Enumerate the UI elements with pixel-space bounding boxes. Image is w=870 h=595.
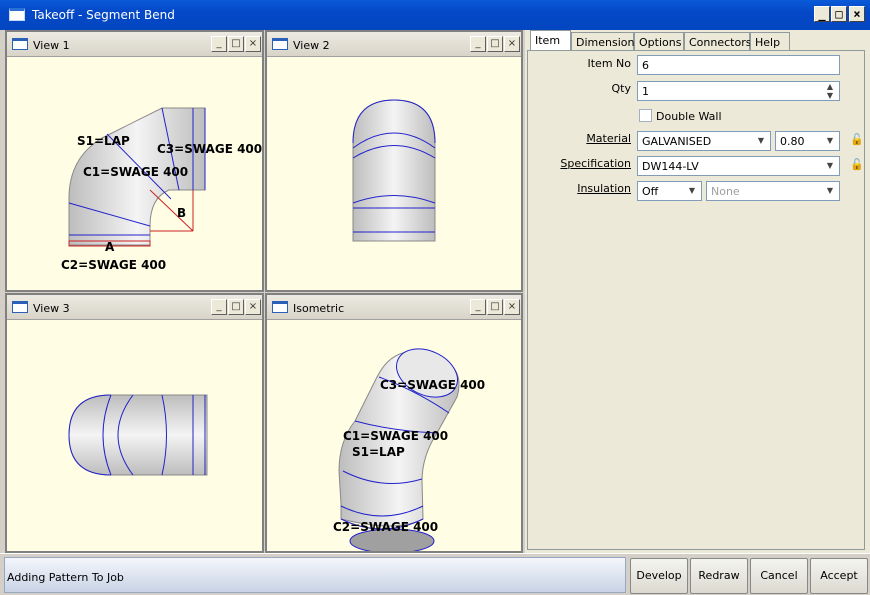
isometric-maximize-button[interactable]: □ (487, 299, 503, 315)
maximize-button[interactable]: □ (831, 6, 847, 22)
view-3-title: View 3 (33, 302, 70, 315)
view-1-header: View 1 _ □ × (7, 32, 262, 57)
view-window-icon (272, 301, 288, 313)
view-2-pane[interactable]: View 2 _ □ × (265, 30, 523, 292)
spin-up-down-icon[interactable]: ▲ ▼ (823, 82, 837, 100)
tab-item[interactable]: Item (530, 30, 571, 52)
minimize-button[interactable]: _ (814, 6, 830, 22)
develop-button[interactable]: Develop (630, 558, 688, 594)
view-2-canvas (352, 99, 436, 242)
view-window-icon (272, 38, 288, 50)
qty-label: Qty (611, 82, 631, 95)
qty-value: 1 (642, 85, 649, 98)
redraw-button[interactable]: Redraw (690, 558, 748, 594)
view-3-minimize-button[interactable]: _ (211, 299, 227, 315)
view-1-label-a: A (105, 240, 115, 254)
material-select[interactable]: GALVANISED ▼ (637, 131, 771, 151)
view-1-label-c1: C1=SWAGE 400 (83, 165, 188, 179)
view-3-close-button[interactable]: × (245, 299, 261, 315)
isometric-label-s1: S1=LAP (352, 445, 405, 459)
window-title: Takeoff - Segment Bend (32, 8, 175, 22)
specification-label[interactable]: Specification (548, 157, 631, 170)
isometric-label-c3: C3=SWAGE 400 (380, 378, 485, 392)
unlocked-padlock-icon[interactable]: 🔓 (850, 158, 864, 171)
accept-button[interactable]: Accept (810, 558, 868, 594)
item-no-label: Item No (587, 57, 632, 70)
tab-dimensions[interactable]: Dimensions (571, 32, 640, 51)
chevron-down-icon: ▼ (826, 136, 834, 145)
isometric-label-c1: C1=SWAGE 400 (343, 429, 448, 443)
view-3-canvas (68, 394, 208, 476)
view-1-canvas: S1=LAP C3=SWAGE 400 C1=SWAGE 400 B A C2=… (61, 107, 262, 272)
gauge-select[interactable]: 0.80 ▼ (775, 131, 840, 151)
app-window-icon (9, 8, 25, 21)
view-1-label-c3: C3=SWAGE 400 (157, 142, 262, 156)
insulation-label[interactable]: Insulation (548, 182, 631, 195)
unlocked-padlock-icon[interactable]: 🔓 (850, 133, 864, 146)
item-tab-page: Item No 6 Qty 1 ▲ ▼ Double Wall Material … (527, 50, 865, 550)
view-1-title: View 1 (33, 39, 70, 52)
qty-stepper[interactable]: 1 ▲ ▼ (637, 81, 840, 101)
properties-panel: Item Dimensions Options Connectors Help … (525, 30, 870, 553)
insulation-value: Off (642, 185, 659, 198)
view-2-header: View 2 _ □ × (267, 32, 521, 57)
view-window-icon (12, 301, 28, 313)
isometric-header: Isometric _ □ × (267, 295, 521, 320)
view-2-minimize-button[interactable]: _ (470, 36, 486, 52)
chevron-down-icon: ▼ (826, 161, 834, 170)
close-button[interactable]: × (849, 6, 865, 22)
view-1-pane[interactable]: View 1 _ □ × S1=LAP C3=SWAGE 400 C1=SWAG… (5, 30, 264, 292)
cancel-button[interactable]: Cancel (750, 558, 808, 594)
view-2-title: View 2 (293, 39, 330, 52)
status-text: Adding Pattern To Job (7, 571, 124, 584)
double-wall-checkbox[interactable] (639, 109, 652, 122)
chevron-down-icon: ▼ (757, 136, 765, 145)
chevron-down-icon: ▼ (688, 186, 696, 195)
view-1-maximize-button[interactable]: □ (228, 36, 244, 52)
view-3-maximize-button[interactable]: □ (228, 299, 244, 315)
view-1-minimize-button[interactable]: _ (211, 36, 227, 52)
isometric-canvas: C3=SWAGE 400 C1=SWAGE 400 S1=LAP C2=SWAG… (333, 348, 485, 551)
material-value: GALVANISED (642, 135, 712, 148)
isometric-close-button[interactable]: × (504, 299, 520, 315)
tab-help[interactable]: Help (750, 32, 790, 51)
chevron-down-icon: ▼ (826, 186, 834, 195)
view-3-pane[interactable]: View 3 _ □ × (5, 293, 264, 553)
isometric-title: Isometric (293, 302, 345, 315)
item-no-field[interactable]: 6 (637, 55, 840, 75)
specification-value: DW144-LV (642, 160, 699, 173)
isometric-pane[interactable]: Isometric _ □ × C3=SWAGE 400 C1=SWAGE 40… (265, 293, 523, 553)
tab-connectors[interactable]: Connectors (684, 32, 751, 51)
view-1-label-c2: C2=SWAGE 400 (61, 258, 166, 272)
title-bar: Takeoff - Segment Bend _ □ × (0, 0, 870, 30)
insulation-select[interactable]: Off ▼ (637, 181, 702, 201)
tab-options[interactable]: Options (634, 32, 684, 51)
double-wall-label: Double Wall (656, 110, 722, 123)
gauge-value: 0.80 (780, 135, 805, 148)
isometric-minimize-button[interactable]: _ (470, 299, 486, 315)
insulation-type-select: None ▼ (706, 181, 840, 201)
status-bar: Adding Pattern To Job Develop Redraw Can… (0, 553, 870, 595)
view-1-label-b: B (177, 206, 186, 220)
view-1-label-s1: S1=LAP (77, 134, 130, 148)
view-2-close-button[interactable]: × (504, 36, 520, 52)
insulation-type-value: None (711, 185, 740, 198)
view-3-header: View 3 _ □ × (7, 295, 262, 320)
material-label[interactable]: Material (548, 132, 631, 145)
view-1-close-button[interactable]: × (245, 36, 261, 52)
view-2-maximize-button[interactable]: □ (487, 36, 503, 52)
view-window-icon (12, 38, 28, 50)
specification-select[interactable]: DW144-LV ▼ (637, 156, 840, 176)
isometric-label-c2: C2=SWAGE 400 (333, 520, 438, 534)
